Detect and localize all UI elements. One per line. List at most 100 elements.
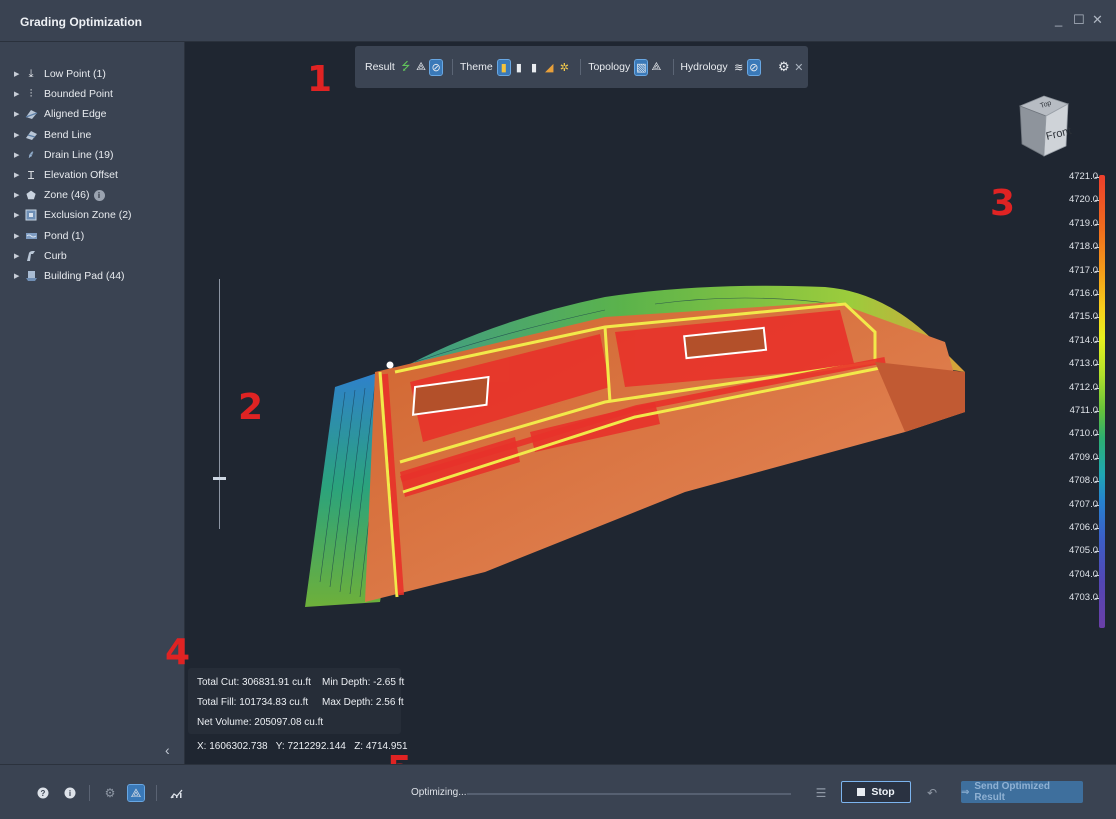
legend-label: 4720.0 bbox=[1068, 194, 1098, 206]
constraint-tree-panel: ▶ ⤓ Low Point (1) ▶ ⫶ Bounded Point ▶ Al… bbox=[0, 42, 185, 764]
volume-summary-panel: Total Cut: 306831.91 cu.ft Total Fill: 1… bbox=[188, 668, 404, 734]
annotation-2: 2 bbox=[238, 387, 264, 428]
legend-tick bbox=[1095, 434, 1099, 436]
tree-item-bend-line[interactable]: ▶ Bend Line bbox=[14, 125, 132, 145]
legend-label: 4716.0 bbox=[1068, 288, 1098, 299]
tree-item-exclusion-zone[interactable]: ▶ Exclusion Zone (2) bbox=[14, 205, 132, 225]
tree-item-curb[interactable]: ▶ Curb bbox=[14, 246, 132, 266]
undo-icon[interactable]: ↶ bbox=[924, 785, 940, 801]
surface-icon[interactable]: ⟁ bbox=[415, 60, 427, 75]
tree-item-drain-line[interactable]: ▶ ⸙ Drain Line (19) bbox=[14, 145, 132, 165]
help-icon[interactable]: ? bbox=[35, 785, 51, 801]
topology-contour-icon[interactable]: ▧ bbox=[634, 58, 649, 76]
bottom-divider bbox=[156, 785, 157, 801]
theme-depth-icon[interactable]: ▮ bbox=[528, 60, 540, 75]
topology-mesh-icon[interactable]: ⟁ bbox=[650, 60, 662, 75]
navigation-cube[interactable]: Top Front bbox=[1014, 92, 1072, 162]
theme-label: Theme bbox=[460, 61, 493, 73]
tree-item-elevation-offset[interactable]: ▶ Ɪ Elevation Offset bbox=[14, 165, 132, 185]
tree-item-zone[interactable]: ▶ ⬟ Zone (46) i bbox=[14, 185, 132, 205]
coord-z: Z: 4714.951 bbox=[354, 741, 408, 752]
net-volume: Net Volume: 205097.08 cu.ft bbox=[197, 717, 324, 728]
legend-label: 4713.0 bbox=[1068, 358, 1098, 370]
optimization-status: Optimizing... bbox=[411, 787, 467, 798]
low-point-icon: ⤓ bbox=[28, 67, 34, 80]
expand-caret-icon[interactable]: ▶ bbox=[14, 232, 24, 240]
stop-label: Stop bbox=[871, 786, 895, 798]
expand-caret-icon[interactable]: ▶ bbox=[14, 70, 24, 78]
hydrology-none-icon[interactable]: ⊘ bbox=[746, 58, 761, 76]
expand-caret-icon[interactable]: ▶ bbox=[14, 252, 24, 260]
legend-tick bbox=[1095, 247, 1099, 249]
legend-tick bbox=[1095, 294, 1099, 295]
chart-icon[interactable] bbox=[168, 785, 184, 801]
annotation-1: 1 bbox=[307, 59, 333, 100]
theme-elevation-icon[interactable]: ▮ bbox=[496, 58, 511, 76]
none-result-icon[interactable]: ⊘ bbox=[429, 58, 444, 76]
expand-caret-icon[interactable]: ▶ bbox=[14, 171, 24, 179]
legend-label: 4706.0 bbox=[1068, 522, 1098, 533]
minimize-icon[interactable]: _ bbox=[1055, 12, 1062, 27]
legend-tick bbox=[1095, 504, 1099, 506]
stop-button[interactable]: Stop bbox=[841, 781, 911, 803]
expand-caret-icon[interactable]: ▶ bbox=[14, 131, 24, 139]
toolbar-divider bbox=[580, 59, 582, 75]
close-toolbar-icon[interactable]: ✕ bbox=[793, 60, 805, 75]
maximize-icon[interactable]: ☐ bbox=[1073, 12, 1085, 28]
close-icon[interactable]: ✕ bbox=[1092, 12, 1103, 28]
constraint-tree: ▶ ⤓ Low Point (1) ▶ ⫶ Bounded Point ▶ Al… bbox=[14, 64, 132, 286]
gear-icon[interactable]: ⚙ bbox=[778, 59, 790, 75]
tree-item-pond[interactable]: ▶ Pond (1) bbox=[14, 226, 132, 246]
tree-item-label: Bend Line bbox=[44, 128, 92, 141]
legend-tick bbox=[1095, 598, 1099, 600]
elevation-offset-icon: Ɪ bbox=[27, 169, 35, 182]
tree-item-label: Aligned Edge bbox=[44, 108, 107, 121]
exaggeration-slider-track[interactable] bbox=[219, 279, 220, 529]
legend-label: 4708.0 bbox=[1068, 475, 1098, 487]
exaggeration-slider-thumb[interactable] bbox=[213, 477, 226, 480]
send-optimized-result-button[interactable]: ⇒ Send Optimized Result bbox=[961, 781, 1083, 803]
expand-caret-icon[interactable]: ▶ bbox=[14, 272, 24, 280]
drain-line-icon: ⸙ bbox=[26, 149, 36, 162]
bend-line-icon bbox=[24, 128, 38, 142]
tree-item-label: Low Point (1) bbox=[44, 68, 106, 81]
theme-aspect-icon[interactable]: ✲ bbox=[558, 60, 570, 75]
log-list-icon[interactable]: ☰ bbox=[813, 785, 829, 801]
info-icon[interactable]: i bbox=[62, 785, 78, 801]
bounded-point-icon: ⫶ bbox=[29, 87, 33, 100]
expand-caret-icon[interactable]: ▶ bbox=[14, 151, 24, 159]
tree-item-building-pad[interactable]: ▶ Building Pad (44) bbox=[14, 266, 132, 286]
cursor-coordinates: X: 1606302.738 Y: 7212292.144 Z: 4714.95… bbox=[197, 741, 408, 752]
window-title: Grading Optimization bbox=[20, 15, 142, 29]
expand-caret-icon[interactable]: ▶ bbox=[14, 211, 24, 219]
pond-icon bbox=[24, 229, 38, 243]
expand-caret-icon[interactable]: ▶ bbox=[14, 191, 24, 199]
legend-tick bbox=[1095, 317, 1099, 319]
hydrology-label: Hydrology bbox=[680, 61, 728, 73]
collapse-panel-button[interactable]: ‹ bbox=[165, 742, 170, 758]
legend-tick bbox=[1095, 270, 1099, 272]
legend-tick bbox=[1095, 223, 1099, 225]
tree-item-bounded-point[interactable]: ▶ ⫶ Bounded Point bbox=[14, 84, 132, 104]
zone-info-icon[interactable]: i bbox=[93, 189, 105, 201]
legend-tick bbox=[1095, 411, 1099, 412]
theme-gradient-icon[interactable]: ◢ bbox=[543, 60, 555, 75]
legend-label: 4705.0 bbox=[1068, 545, 1098, 557]
hydrology-flow-icon[interactable]: ≋ bbox=[733, 60, 745, 75]
theme-slope-icon[interactable]: ▮ bbox=[513, 60, 525, 75]
surface-view-icon[interactable]: ⟁ bbox=[127, 784, 145, 802]
3d-viewport[interactable] bbox=[185, 42, 1116, 764]
legend-label: 4710.0 bbox=[1068, 428, 1098, 440]
tree-item-low-point[interactable]: ▶ ⤓ Low Point (1) bbox=[14, 64, 132, 84]
tree-item-aligned-edge[interactable]: ▶ Aligned Edge bbox=[14, 104, 132, 124]
settings-icon[interactable]: ⚙ bbox=[102, 785, 118, 801]
expand-caret-icon[interactable]: ▶ bbox=[14, 90, 24, 98]
svg-text:i: i bbox=[69, 789, 71, 798]
legend-label: 4703.0 bbox=[1068, 592, 1098, 604]
tree-item-label: Exclusion Zone (2) bbox=[44, 209, 132, 222]
terrain-surface[interactable] bbox=[185, 42, 1116, 764]
cut-fill-icon[interactable]: ⭍ bbox=[400, 60, 412, 75]
expand-caret-icon[interactable]: ▶ bbox=[14, 110, 24, 118]
tree-item-label: Pond (1) bbox=[44, 229, 85, 242]
exclusion-zone-icon bbox=[24, 208, 38, 222]
